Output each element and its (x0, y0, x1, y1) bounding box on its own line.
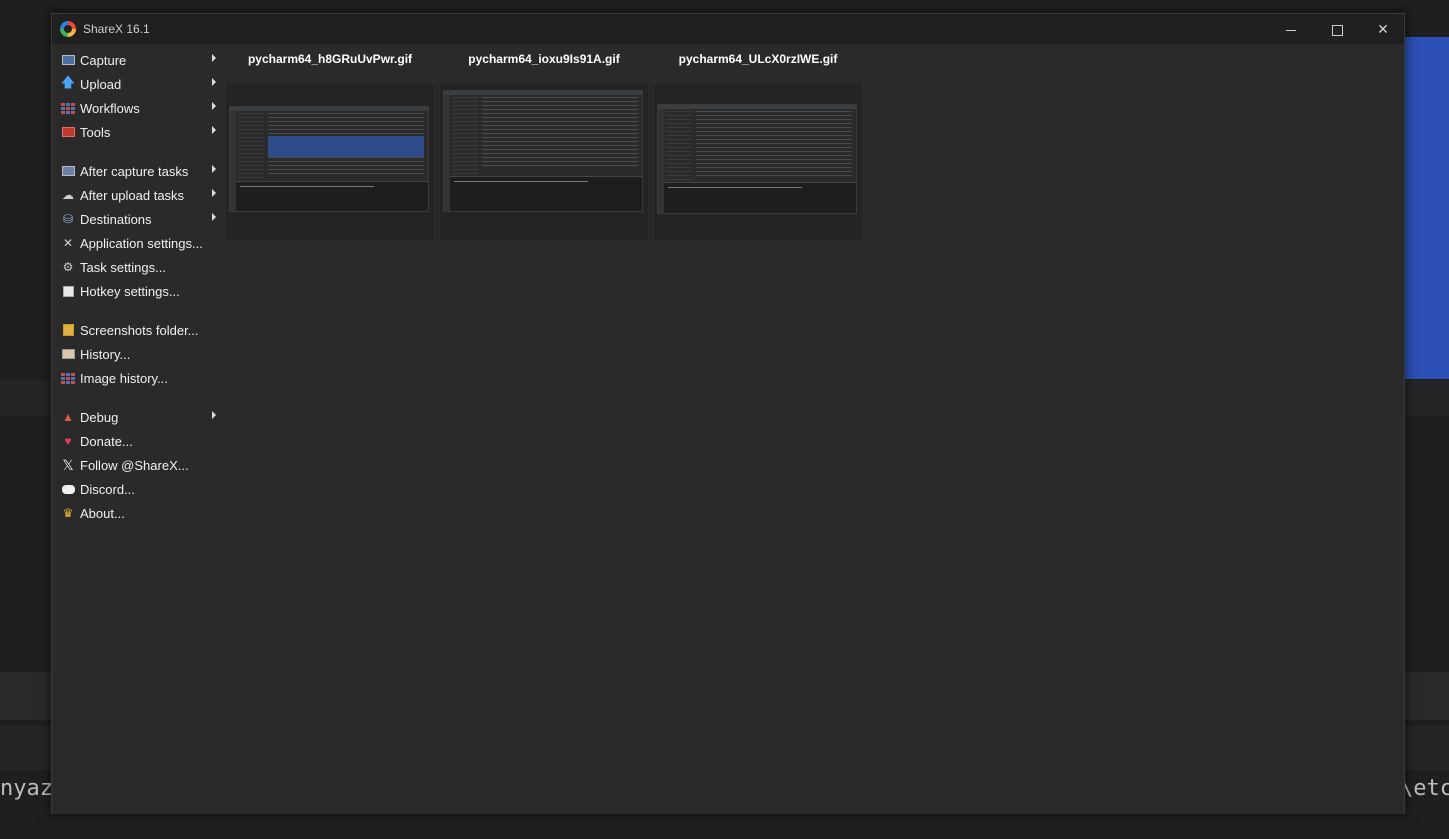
heart-icon: ♥ (64, 434, 72, 448)
submenu-arrow-icon (212, 102, 216, 110)
thumbnail-item[interactable]: pycharm64_ioxu9Is91A.gif (440, 52, 648, 240)
menu-separator (54, 144, 214, 159)
title-bar[interactable]: ShareX 16.1 ✕ (52, 14, 1404, 44)
menu-item-label: Debug (80, 409, 119, 425)
menu-item-label: Donate... (80, 433, 133, 449)
thumbnail-filename: pycharm64_ioxu9Is91A.gif (468, 52, 620, 66)
sharex-logo-icon (60, 21, 76, 37)
thumbnail-image[interactable] (229, 106, 429, 212)
menu-item-label: Follow @ShareX... (80, 457, 189, 473)
thumbnail-item[interactable]: pycharm64_h8GRuUvPwr.gif (226, 52, 434, 240)
crown-icon: ♛ (62, 506, 74, 520)
menu-item-task-settings[interactable]: ⚙ Task settings... (54, 255, 214, 279)
submenu-arrow-icon (212, 189, 216, 197)
menu-item-label: Capture (80, 52, 127, 68)
cloud-icon: ☁ (62, 188, 74, 202)
thumbnail-filename: pycharm64_h8GRuUvPwr.gif (247, 52, 413, 66)
submenu-arrow-icon (212, 54, 216, 62)
menu-item-label: Hotkey settings... (80, 283, 180, 299)
submenu-arrow-icon (212, 78, 216, 86)
thumbnail-frame (226, 84, 434, 240)
menu-item-capture[interactable]: Capture (54, 48, 216, 72)
discord-icon (61, 482, 75, 496)
close-icon: ✕ (1377, 21, 1389, 37)
destinations-icon: ⛁ (62, 212, 74, 226)
after-capture-icon (61, 164, 75, 178)
background-terminal-text-left: nyaz (0, 776, 53, 801)
menu-item-debug[interactable]: ▲ Debug (54, 405, 216, 429)
menu-item-label: Screenshots folder... (80, 322, 199, 338)
menu-item-workflows[interactable]: Workflows (54, 96, 216, 120)
menu-separator (54, 303, 214, 318)
image-history-icon (61, 371, 75, 385)
debug-icon: ▲ (62, 410, 74, 424)
toolbox-icon (61, 125, 75, 139)
main-content: Capture 🡅 Upload Workflows Tools After c… (52, 44, 1404, 814)
close-button[interactable]: ✕ (1360, 14, 1406, 44)
menu-item-history[interactable]: History... (54, 342, 214, 366)
gear-icon: ⚙ (62, 260, 74, 274)
submenu-arrow-icon (212, 126, 216, 134)
upload-arrow-icon: 🡅 (60, 74, 76, 90)
wrench-icon: ✕ (62, 236, 74, 250)
menu-item-image-history[interactable]: Image history... (54, 366, 214, 390)
maximize-icon (1331, 24, 1343, 36)
menu-item-label: History... (80, 346, 131, 362)
sharex-main-window: ShareX 16.1 ✕ Capture 🡅 Upload Workflows (51, 13, 1405, 814)
menu-item-label: Discord... (80, 481, 135, 497)
menu-item-discord[interactable]: Discord... (54, 477, 214, 501)
menu-item-label: Tools (80, 124, 111, 140)
menu-item-label: Upload (80, 76, 122, 92)
menu-item-upload[interactable]: 🡅 Upload (54, 72, 216, 96)
menu-separator (54, 390, 214, 405)
menu-item-label: Task settings... (80, 259, 166, 275)
x-logo-icon: 𝕏 (62, 456, 74, 473)
workflows-grid-icon (61, 101, 75, 115)
menu-item-label: Application settings... (80, 235, 203, 251)
submenu-arrow-icon (212, 213, 216, 221)
thumbnail-item[interactable]: pycharm64_ULcX0rzIWE.gif (654, 52, 862, 240)
menu-item-donate[interactable]: ♥ Donate... (54, 429, 214, 453)
menu-item-label: Image history... (80, 370, 168, 386)
maximize-button[interactable] (1314, 14, 1360, 44)
history-icon (61, 347, 75, 361)
main-menu: Capture 🡅 Upload Workflows Tools After c… (54, 48, 216, 525)
submenu-arrow-icon (212, 165, 216, 173)
menu-item-hotkey-settings[interactable]: Hotkey settings... (54, 279, 214, 303)
background-window-accent (1405, 37, 1449, 379)
menu-item-label: Destinations (80, 211, 152, 227)
menu-item-label: About... (80, 505, 125, 521)
thumbnail-image[interactable] (657, 104, 857, 214)
window-title: ShareX 16.1 (83, 22, 150, 36)
capture-icon (61, 53, 75, 67)
menu-item-tools[interactable]: Tools (54, 120, 216, 144)
submenu-arrow-icon (212, 411, 216, 419)
menu-item-label: After capture tasks (80, 163, 189, 179)
minimize-button[interactable] (1268, 14, 1314, 44)
thumbnail-filename: pycharm64_ULcX0rzIWE.gif (678, 52, 838, 66)
minimize-icon (1286, 29, 1296, 31)
menu-item-destinations[interactable]: ⛁ Destinations (54, 207, 216, 231)
menu-item-application-settings[interactable]: ✕ Application settings... (54, 231, 214, 255)
folder-icon (61, 323, 75, 337)
background-terminal-text-right: \etc (1400, 776, 1449, 801)
menu-item-after-capture-tasks[interactable]: After capture tasks (54, 159, 216, 183)
thumbnail-frame (440, 84, 648, 240)
keyboard-icon (61, 284, 75, 298)
thumbnail-frame (654, 84, 862, 240)
menu-item-label: Workflows (80, 100, 140, 116)
menu-item-screenshots-folder[interactable]: Screenshots folder... (54, 318, 214, 342)
menu-item-about[interactable]: ♛ About... (54, 501, 214, 525)
menu-item-after-upload-tasks[interactable]: ☁ After upload tasks (54, 183, 216, 207)
menu-item-label: After upload tasks (80, 187, 185, 203)
menu-item-follow-sharex[interactable]: 𝕏 Follow @ShareX... (54, 453, 214, 477)
thumbnail-image[interactable] (443, 90, 643, 212)
